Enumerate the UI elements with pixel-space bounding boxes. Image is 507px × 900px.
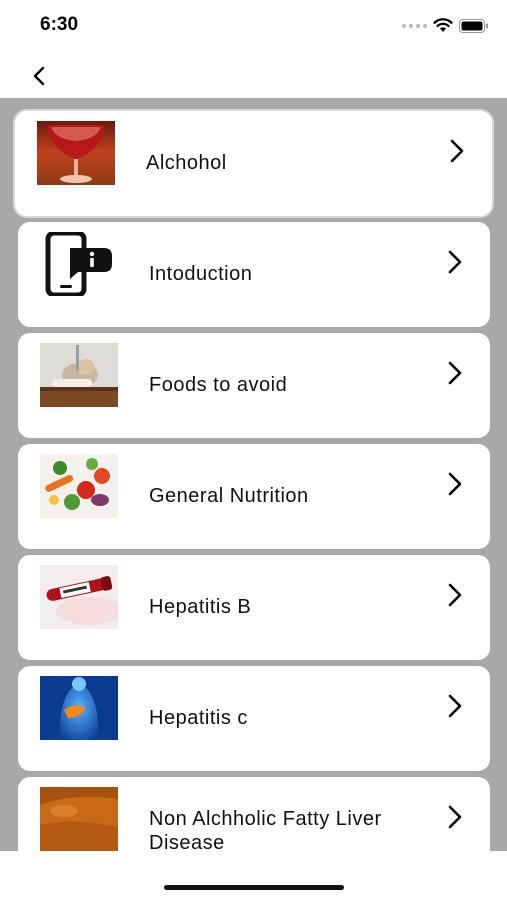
vegetables-photo xyxy=(40,454,118,518)
blood-tube-photo xyxy=(40,565,118,629)
list-item-label: Hepatitis B xyxy=(149,596,252,618)
list-item-label: Hepatitis c xyxy=(149,707,248,729)
list-item-label: Foods to avoid xyxy=(149,374,288,396)
list-item[interactable]: Alchohol xyxy=(15,111,492,216)
list-item[interactable]: Intoduction xyxy=(18,222,490,327)
chevron-right-icon xyxy=(448,472,462,496)
bottom-safe-area xyxy=(0,851,507,900)
wifi-icon xyxy=(433,18,453,32)
wine-glass-photo xyxy=(37,121,115,185)
phone-info-icon xyxy=(40,232,118,296)
chevron-right-icon xyxy=(448,694,462,718)
list-item-label: Alchohol xyxy=(146,152,227,174)
topics-list[interactable]: Alchohol Intoduction Foods to avoid Gene… xyxy=(0,98,507,851)
chevron-right-icon xyxy=(448,361,462,385)
status-bar: 6:30 xyxy=(0,0,507,50)
chevron-right-icon xyxy=(448,805,462,829)
chevron-right-icon xyxy=(450,139,464,163)
list-item[interactable]: General Nutrition xyxy=(18,444,490,549)
chevron-right-icon xyxy=(448,250,462,274)
list-item-label: General Nutrition xyxy=(149,485,309,507)
fatty-liver-photo xyxy=(40,787,118,851)
back-button[interactable] xyxy=(26,60,56,90)
status-icons xyxy=(402,16,489,36)
chevron-left-icon xyxy=(33,66,45,86)
list-item[interactable]: Foods to avoid xyxy=(18,333,490,438)
list-item[interactable]: Hepatitis c xyxy=(18,666,490,771)
home-indicator[interactable] xyxy=(164,885,344,890)
sleeping-man-photo xyxy=(40,343,118,407)
list-item[interactable]: Non Alchholic Fatty Liver Disease xyxy=(18,777,490,851)
nav-bar xyxy=(0,50,507,98)
liver-anatomy-photo xyxy=(40,676,118,740)
list-item-label: Non Alchholic Fatty Liver Disease xyxy=(149,808,382,851)
status-time: 6:30 xyxy=(40,14,79,35)
list-item[interactable]: Hepatitis B xyxy=(18,555,490,660)
signal-dots-icon xyxy=(402,24,427,28)
chevron-right-icon xyxy=(448,583,462,607)
list-item-label: Intoduction xyxy=(149,263,253,285)
battery-icon xyxy=(459,19,488,33)
